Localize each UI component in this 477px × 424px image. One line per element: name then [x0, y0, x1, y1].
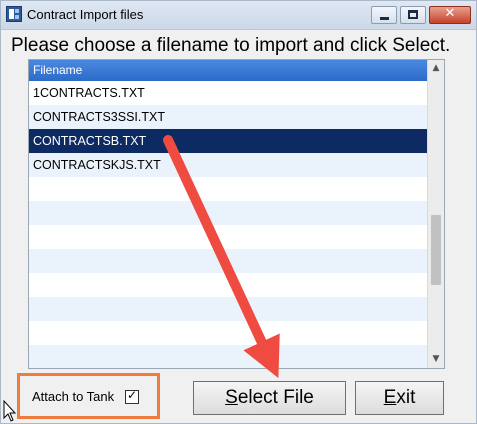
minimize-button[interactable] [371, 6, 397, 24]
attach-to-tank-group: Attach to Tank ✓ [17, 373, 160, 419]
title-bar[interactable]: Contract Import files ✕ [1, 1, 476, 30]
scroll-up-icon[interactable]: ▲ [428, 60, 444, 77]
minimize-icon [380, 17, 389, 20]
empty-row [29, 321, 427, 345]
empty-row [29, 225, 427, 249]
select-file-mnemonic: S [225, 387, 238, 408]
file-row[interactable]: 1CONTRACTS.TXT [29, 81, 427, 105]
file-row[interactable]: CONTRACTS3SSI.TXT [29, 105, 427, 129]
file-row[interactable]: CONTRACTSKJS.TXT [29, 153, 427, 177]
select-file-label: elect File [237, 387, 314, 408]
attach-to-tank-label[interactable]: Attach to Tank [32, 389, 114, 404]
empty-row [29, 177, 427, 201]
filename-column-header[interactable]: Filename [29, 60, 427, 81]
maximize-button[interactable] [400, 6, 426, 24]
empty-row [29, 249, 427, 273]
exit-label: xit [396, 387, 416, 408]
select-file-button[interactable]: Select File [193, 381, 346, 415]
checkmark-icon: ✓ [126, 388, 138, 402]
app-icon [6, 6, 22, 22]
close-icon: ✕ [444, 6, 456, 21]
exit-button[interactable]: Exit [355, 381, 444, 415]
empty-row [29, 201, 427, 225]
vertical-scrollbar[interactable]: ▲ ▼ [427, 60, 444, 368]
file-rows: 1CONTRACTS.TXT CONTRACTS3SSI.TXT CONTRACTS… [29, 81, 427, 368]
exit-mnemonic: E [383, 387, 397, 408]
window-title: Contract Import files [27, 7, 144, 22]
empty-row [29, 273, 427, 297]
contract-import-window: Contract Import files ✕ Please choose a … [0, 0, 477, 424]
close-button[interactable]: ✕ [429, 6, 471, 24]
scroll-down-icon[interactable]: ▼ [428, 351, 444, 368]
maximize-icon [408, 10, 418, 19]
attach-to-tank-checkbox[interactable]: ✓ [125, 388, 139, 404]
scrollbar-thumb[interactable] [431, 215, 441, 285]
instruction-text: Please choose a filename to import and c… [11, 35, 451, 56]
empty-row [29, 297, 427, 321]
empty-row [29, 345, 427, 368]
file-list[interactable]: Filename 1CONTRACTS.TXT CONTRACTS3SSI.TXT… [28, 59, 445, 369]
file-row[interactable]: CONTRACTSB.TXT [29, 129, 427, 153]
mouse-cursor-icon [3, 400, 17, 422]
